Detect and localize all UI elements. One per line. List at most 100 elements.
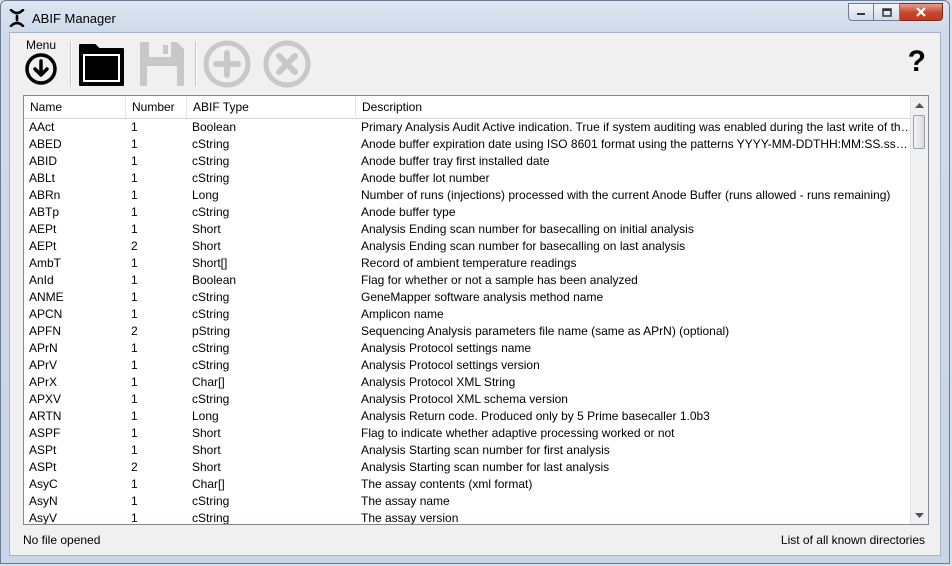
cell-abif-type: Long	[192, 409, 219, 423]
scroll-thumb[interactable]	[913, 115, 925, 149]
cell-number: 2	[131, 324, 138, 338]
cell-number: 1	[131, 443, 138, 457]
vertical-scrollbar[interactable]	[910, 96, 928, 524]
cell-description: The assay name	[361, 494, 450, 508]
save-button[interactable]	[137, 39, 187, 89]
scroll-up-button[interactable]	[911, 96, 928, 113]
cell-abif-type: cString	[192, 341, 230, 355]
menu-button[interactable]: Menu	[22, 38, 60, 88]
table-row[interactable]: ANME 1 cString GeneMapper software analysis…	[24, 289, 913, 306]
cell-abif-type: Short	[192, 443, 221, 457]
table-row[interactable]: ABTp 1 cString Anode buffer type	[24, 204, 913, 221]
column-header-description[interactable]: Description	[356, 96, 913, 118]
cell-description: Anode buffer lot number	[361, 171, 490, 185]
cell-number: 1	[131, 273, 138, 287]
cell-number: 1	[131, 511, 138, 525]
floppy-disk-icon	[140, 42, 184, 86]
cell-number: 1	[131, 307, 138, 321]
cell-description: The assay contents (xml format)	[361, 477, 533, 491]
table-row[interactable]: APrV 1 cString Analysis Protocol settings v…	[24, 357, 913, 374]
cell-number: 1	[131, 256, 138, 270]
download-arrow-icon	[25, 53, 57, 85]
cell-number: 2	[131, 460, 138, 474]
cell-number: 1	[131, 120, 138, 134]
cell-abif-type: Short	[192, 426, 221, 440]
column-header-abif-type[interactable]: ABIF Type	[187, 96, 356, 118]
cell-name: AmbT	[29, 256, 62, 270]
cell-abif-type: cString	[192, 358, 230, 372]
table-row[interactable]: ABID 1 cString Anode buffer tray first inst…	[24, 153, 913, 170]
column-header-number[interactable]: Number	[126, 96, 187, 118]
cell-abif-type: Short[]	[192, 256, 228, 270]
add-button[interactable]	[202, 39, 252, 89]
abif-table[interactable]: Name Number ABIF Type Description AAct 1 B…	[23, 95, 929, 525]
table-row[interactable]: APrN 1 cString Analysis Protocol settings n…	[24, 340, 913, 357]
app-logo-icon	[9, 9, 25, 27]
status-directories-link[interactable]: List of all known directories	[781, 533, 925, 547]
table-row[interactable]: AsyV 1 cString The assay version	[24, 510, 913, 525]
cell-abif-type: Short	[192, 222, 221, 236]
cell-name: ABID	[29, 154, 58, 168]
cell-abif-type: Long	[192, 188, 219, 202]
cell-description: The assay version	[361, 511, 459, 525]
table-row[interactable]: AnId 1 Boolean Flag for whether or not a sa…	[24, 272, 913, 289]
open-folder-button[interactable]	[77, 39, 127, 89]
plus-circle-icon	[203, 40, 251, 88]
table-row[interactable]: AmbT 1 Short[] Record of ambient temperatur…	[24, 255, 913, 272]
cell-number: 1	[131, 137, 138, 151]
table-body: AAct 1 Boolean Primary Analysis Audit Activ…	[24, 119, 913, 525]
cell-number: 1	[131, 477, 138, 491]
cell-description: Analysis Starting scan number for last a…	[361, 460, 610, 474]
cell-description: Analysis Ending scan number for basecall…	[361, 239, 686, 253]
table-row[interactable]: ASPF 1 Short Flag to indicate whether adapt…	[24, 425, 913, 442]
table-row[interactable]: APFN 2 pString Sequencing Analysis paramete…	[24, 323, 913, 340]
minimize-icon	[857, 13, 865, 15]
close-button[interactable]	[900, 3, 943, 21]
column-header-name[interactable]: Name	[24, 96, 126, 118]
table-row[interactable]: ASPt 2 Short Analysis Starting scan number …	[24, 459, 913, 476]
table-row[interactable]: AsyC 1 Char[] The assay contents (xml forma…	[24, 476, 913, 493]
table-row[interactable]: AEPt 1 Short Analysis Ending scan number fo…	[24, 221, 913, 238]
cell-name: APXV	[29, 392, 62, 406]
table-row[interactable]: AAct 1 Boolean Primary Analysis Audit Activ…	[24, 119, 913, 136]
cell-abif-type: pString	[192, 324, 231, 338]
cell-name: ASPt	[29, 443, 57, 457]
table-row[interactable]: APXV 1 cString Analysis Protocol XML schema…	[24, 391, 913, 408]
cell-name: ASPt	[29, 460, 57, 474]
cell-abif-type: Boolean	[192, 273, 237, 287]
table-row[interactable]: ABED 1 cString Anode buffer expiration date…	[24, 136, 913, 153]
table-row[interactable]: ABRn 1 Long Number of runs (injections) pro…	[24, 187, 913, 204]
menu-label: Menu	[25, 38, 57, 52]
cell-abif-type: cString	[192, 307, 230, 321]
table-row[interactable]: APrX 1 Char[] Analysis Protocol XML String	[24, 374, 913, 391]
cell-name: APFN	[29, 324, 62, 338]
table-row[interactable]: ARTN 1 Long Analysis Return code. Produced …	[24, 408, 913, 425]
cell-number: 1	[131, 392, 138, 406]
table-row[interactable]: AsyN 1 cString The assay name	[24, 493, 913, 510]
remove-button[interactable]	[262, 39, 312, 89]
help-button[interactable]: ?	[908, 45, 926, 79]
maximize-button[interactable]	[874, 3, 900, 21]
table-row[interactable]: AEPt 2 Short Analysis Ending scan number fo…	[24, 238, 913, 255]
table-row[interactable]: APCN 1 cString Amplicon name	[24, 306, 913, 323]
maximize-icon	[881, 7, 892, 17]
toolbar-separator	[195, 41, 197, 87]
cell-name: APCN	[29, 307, 63, 321]
table-header: Name Number ABIF Type Description	[24, 96, 913, 119]
table-row[interactable]: ASPt 1 Short Analysis Starting scan number …	[24, 442, 913, 459]
scroll-down-button[interactable]	[911, 507, 928, 524]
close-icon	[916, 7, 926, 17]
cell-name: AEPt	[29, 239, 57, 253]
title-bar[interactable]: ABIF Manager	[1, 1, 949, 33]
cell-number: 1	[131, 426, 138, 440]
cell-abif-type: cString	[192, 171, 230, 185]
cell-abif-type: Short	[192, 239, 221, 253]
cell-name: ARTN	[29, 409, 62, 423]
cell-description: Number of runs (injections) processed wi…	[361, 188, 891, 202]
table-row[interactable]: ABLt 1 cString Anode buffer lot number	[24, 170, 913, 187]
cell-description: Analysis Ending scan number for basecall…	[361, 222, 694, 236]
minimize-button[interactable]	[848, 3, 874, 21]
cell-description: GeneMapper software analysis method name	[361, 290, 604, 304]
folder-icon	[79, 44, 124, 86]
cell-number: 1	[131, 409, 138, 423]
